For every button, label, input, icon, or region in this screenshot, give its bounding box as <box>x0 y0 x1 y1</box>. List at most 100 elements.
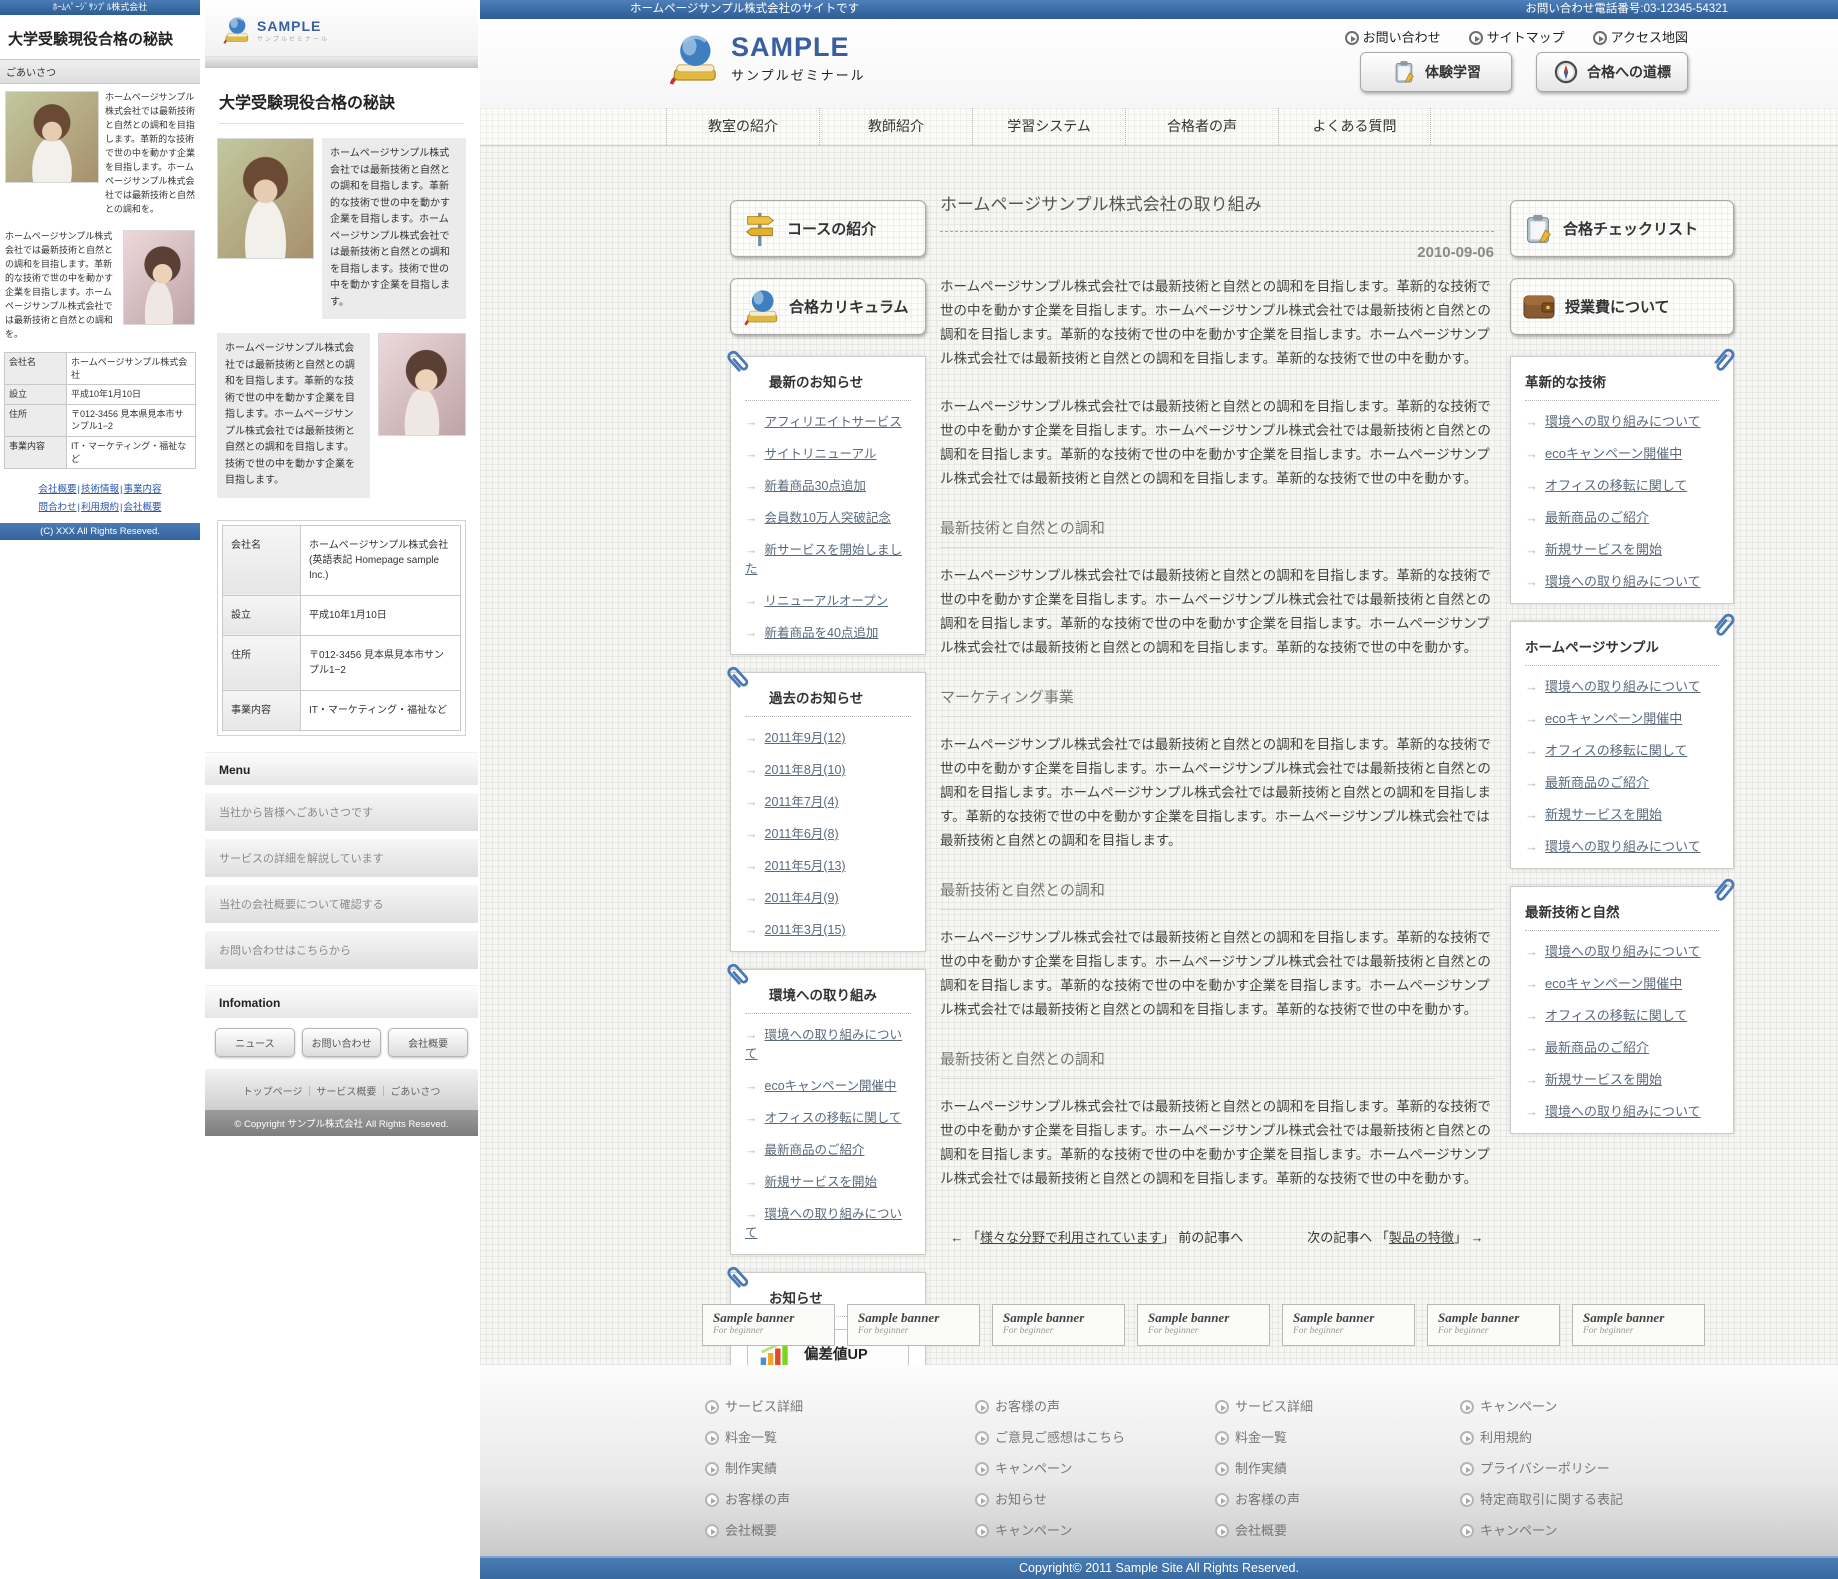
tablet-menu-item[interactable]: 当社から皆様へごあいさつです <box>205 792 478 831</box>
right-box-link[interactable]: オフィスの移転に関して <box>1545 1008 1687 1023</box>
nav-item[interactable]: 教師紹介 <box>819 108 972 145</box>
archive-link[interactable]: 2011年6月(8) <box>765 827 839 841</box>
footer-link[interactable]: キャンペーン <box>995 1523 1072 1538</box>
mobile-footer-link[interactable]: 会社概要 <box>39 484 77 495</box>
sample-banner[interactable]: Sample banner For beginner <box>702 1304 835 1346</box>
footer-link[interactable]: お客様の声 <box>1235 1492 1300 1507</box>
utility-link[interactable]: サイトマップ <box>1487 30 1565 45</box>
right-box-link[interactable]: 新規サービスを開始 <box>1545 807 1662 822</box>
footer-link[interactable]: 制作実績 <box>1235 1461 1287 1476</box>
right-box-link[interactable]: オフィスの移転に関して <box>1545 478 1687 493</box>
curriculum-button[interactable]: 合格カリキュラム <box>730 278 926 335</box>
footer-link[interactable]: キャンペーン <box>1480 1523 1557 1538</box>
footer-link[interactable]: キャンペーン <box>995 1461 1072 1476</box>
nav-item[interactable]: よくある質問 <box>1278 108 1431 145</box>
right-box-link[interactable]: ecoキャンペーン開催中 <box>1545 976 1682 991</box>
next-article-link[interactable]: 製品の特徴 <box>1389 1230 1454 1245</box>
footer-link[interactable]: サービス詳細 <box>1235 1399 1313 1414</box>
eco-link[interactable]: オフィスの移転に関して <box>765 1111 902 1125</box>
news-link[interactable]: 新着商品を40点追加 <box>765 626 879 640</box>
tablet-info-button[interactable]: お問い合わせ <box>302 1028 382 1057</box>
tablet-footer-nav-link[interactable]: ごあいさつ <box>390 1087 440 1098</box>
right-box-link[interactable]: 環境への取り組みについて <box>1545 679 1701 694</box>
site-logo[interactable]: SAMPLE サンプルゼミナール <box>665 33 866 85</box>
mobile-footer-link[interactable]: 問合わせ <box>39 502 77 513</box>
footer-link[interactable]: 料金一覧 <box>725 1430 777 1445</box>
pass-checklist-button[interactable]: 合格チェックリスト <box>1510 200 1734 257</box>
tablet-menu-item[interactable]: お問い合わせはこちらから <box>205 930 478 969</box>
footer-link[interactable]: 利用規約 <box>1480 1430 1532 1445</box>
archive-link[interactable]: 2011年5月(13) <box>765 859 846 873</box>
tablet-info-button[interactable]: ニュース <box>215 1028 295 1057</box>
footer-link[interactable]: お客様の声 <box>995 1399 1060 1414</box>
nav-item[interactable]: 合格者の声 <box>1125 108 1278 145</box>
footer-link[interactable]: 制作実績 <box>725 1461 777 1476</box>
course-intro-button[interactable]: コースの紹介 <box>730 200 926 257</box>
right-box-link[interactable]: 環境への取り組みについて <box>1545 414 1701 429</box>
eco-link[interactable]: 最新商品のご紹介 <box>765 1143 865 1157</box>
news-link[interactable]: 新サービスを開始しました <box>745 543 902 576</box>
utility-link[interactable]: アクセス地図 <box>1611 30 1688 45</box>
tuition-button[interactable]: 授業費について <box>1510 278 1734 335</box>
right-box-link[interactable]: 最新商品のご紹介 <box>1545 510 1649 525</box>
right-box-link[interactable]: 最新商品のご紹介 <box>1545 1040 1649 1055</box>
footer-link[interactable]: キャンペーン <box>1480 1399 1557 1414</box>
sample-banner[interactable]: Sample banner For beginner <box>1282 1304 1415 1346</box>
sample-banner[interactable]: Sample banner For beginner <box>1427 1304 1560 1346</box>
nav-item[interactable]: 学習システム <box>972 108 1125 145</box>
footer-link[interactable]: プライバシーポリシー <box>1480 1461 1610 1476</box>
footer-link[interactable]: 会社概要 <box>1235 1523 1287 1538</box>
right-box-link[interactable]: オフィスの移転に関して <box>1545 743 1687 758</box>
mobile-footer-link[interactable]: 技術情報 <box>81 484 119 495</box>
mobile-footer-link[interactable]: 会社概要 <box>123 502 161 513</box>
footer-link[interactable]: サービス詳細 <box>725 1399 803 1414</box>
path-to-success-button[interactable]: 合格への道標 <box>1536 52 1688 92</box>
footer-link[interactable]: 特定商取引に関する表記 <box>1480 1492 1623 1507</box>
eco-link[interactable]: ecoキャンペーン開催中 <box>765 1079 897 1093</box>
right-box-link[interactable]: ecoキャンペーン開催中 <box>1545 446 1682 461</box>
right-box-link[interactable]: 環境への取り組みについて <box>1545 944 1701 959</box>
prev-article-link[interactable]: 様々な分野で利用されています <box>980 1230 1162 1245</box>
right-box-link[interactable]: 最新商品のご紹介 <box>1545 775 1649 790</box>
tablet-footer-nav-link[interactable]: トップページ <box>243 1087 303 1098</box>
tablet-menu-item[interactable]: 当社の会社概要について確認する <box>205 884 478 923</box>
news-link[interactable]: リニューアルオープン <box>765 594 889 608</box>
right-box-link[interactable]: 新規サービスを開始 <box>1545 1072 1662 1087</box>
mobile-footer-link[interactable]: 利用規約 <box>81 502 119 513</box>
sample-banner[interactable]: Sample banner For beginner <box>1572 1304 1705 1346</box>
footer-link[interactable]: お知らせ <box>995 1492 1047 1507</box>
archive-link[interactable]: 2011年4月(9) <box>765 891 839 905</box>
footer-link[interactable]: お客様の声 <box>725 1492 790 1507</box>
eco-link[interactable]: 新規サービスを開始 <box>765 1175 878 1189</box>
news-link[interactable]: サイトリニューアル <box>765 447 877 461</box>
archive-link[interactable]: 2011年3月(15) <box>765 923 846 937</box>
utility-link[interactable]: お問い合わせ <box>1363 30 1441 45</box>
eco-link[interactable]: 環境への取り組みについて <box>745 1207 902 1240</box>
archive-link[interactable]: 2011年9月(12) <box>765 731 846 745</box>
footer-link[interactable]: 料金一覧 <box>1235 1430 1287 1445</box>
sample-banner[interactable]: Sample banner For beginner <box>1137 1304 1270 1346</box>
news-link[interactable]: 新着商品30点追加 <box>765 479 866 493</box>
tablet-logo[interactable]: SAMPLE サンプルゼミナール <box>221 16 478 44</box>
right-box-link[interactable]: 環境への取り組みについて <box>1545 839 1701 854</box>
tablet-info-button[interactable]: 会社概要 <box>388 1028 468 1057</box>
right-box-link[interactable]: 新規サービスを開始 <box>1545 542 1662 557</box>
mobile-footer-link[interactable]: 事業内容 <box>123 484 161 495</box>
trial-study-button[interactable]: 体験学習 <box>1360 52 1512 92</box>
sample-banner[interactable]: Sample banner For beginner <box>847 1304 980 1346</box>
eco-link[interactable]: 環境への取り組みについて <box>745 1028 902 1061</box>
footer-link[interactable]: 会社概要 <box>725 1523 777 1538</box>
news-link[interactable]: 会員数10万人突破記念 <box>765 511 891 525</box>
news-link[interactable]: アフィリエイトサービス <box>765 415 902 429</box>
archive-link[interactable]: 2011年8月(10) <box>765 763 846 777</box>
sample-banner[interactable]: Sample banner For beginner <box>992 1304 1125 1346</box>
nav-item[interactable]: 教室の紹介 <box>666 108 819 145</box>
archive-link[interactable]: 2011年7月(4) <box>765 795 839 809</box>
right-box-link[interactable]: 環境への取り組みについて <box>1545 1104 1701 1119</box>
tablet-footer-nav-link[interactable]: サービス概要 <box>316 1087 376 1098</box>
right-box-link[interactable]: 環境への取り組みについて <box>1545 574 1701 589</box>
footer-link[interactable]: ご意見ご感想はこちら <box>995 1430 1125 1445</box>
arrow-circle-icon <box>1460 1524 1474 1538</box>
tablet-menu-item[interactable]: サービスの詳細を解説しています <box>205 838 478 877</box>
right-box-link[interactable]: ecoキャンペーン開催中 <box>1545 711 1682 726</box>
